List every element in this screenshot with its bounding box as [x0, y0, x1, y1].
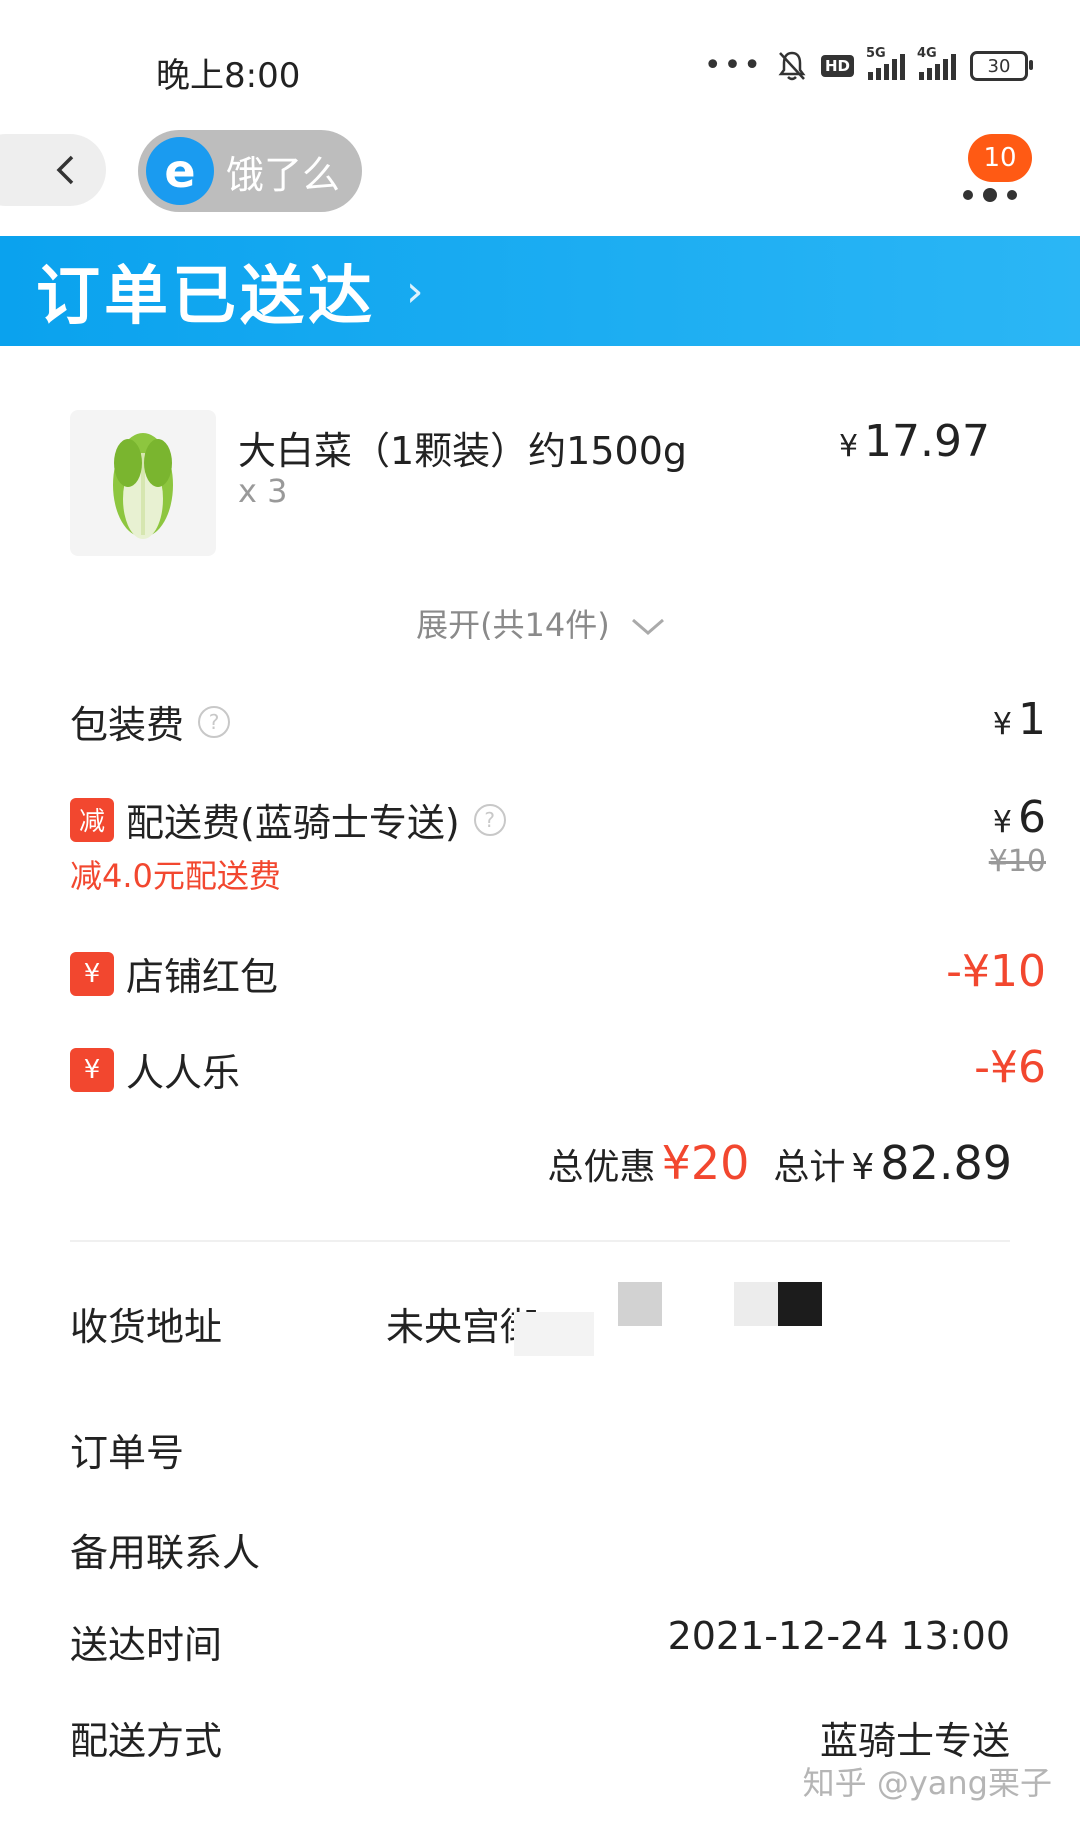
- address-row: 收货地址 未央宫街: [70, 1282, 1010, 1356]
- item-price: ¥17.97: [838, 416, 990, 467]
- brand-name: 饿了么: [226, 152, 341, 197]
- help-icon[interactable]: ?: [473, 803, 506, 836]
- backup-contact-row: 备用联系人: [70, 1531, 261, 1575]
- signal-5g-icon: 5G: [866, 46, 905, 80]
- item-quantity: x 3: [238, 472, 288, 510]
- order-card: 大白菜（1颗装）约1500g x 3 ¥17.97 展开(共14件) 包装费? …: [36, 346, 1046, 1826]
- mute-bell-icon: [778, 51, 806, 81]
- more-status-icon: •••: [703, 48, 763, 83]
- coupon-value: -¥10: [946, 946, 1046, 997]
- more-dots-icon: [963, 188, 1017, 210]
- expand-items-button[interactable]: 展开(共14件): [36, 600, 1046, 646]
- delivery-discount-note: 减4.0元配送费: [70, 857, 281, 895]
- chevron-left-icon: [56, 155, 74, 185]
- chevron-down-icon: [631, 618, 664, 635]
- order-status-banner[interactable]: 订单已送达 ›: [0, 236, 1080, 346]
- delivery-fee-original: ¥10: [988, 844, 1046, 879]
- order-item[interactable]: 大白菜（1颗装）约1500g x 3 ¥17.97: [70, 410, 990, 560]
- hd-icon: HD: [820, 55, 854, 77]
- status-bar: 晚上8:00 ••• HD 5G 4G 30: [0, 0, 1080, 120]
- more-menu-button[interactable]: 10: [940, 134, 1040, 210]
- order-number-row: 订单号: [70, 1431, 185, 1475]
- app-brand-pill[interactable]: e 饿了么: [138, 130, 362, 212]
- redaction-block: [618, 1282, 662, 1326]
- redaction-block: [514, 1312, 594, 1356]
- divider: [70, 1240, 1010, 1242]
- order-status-title: 订单已送达: [36, 260, 376, 334]
- order-totals: 总优惠 ¥20 总计 ¥ 82.89: [547, 1136, 1012, 1190]
- discount-tag: 减: [70, 797, 114, 842]
- redaction-block: [734, 1282, 778, 1326]
- nav-bar: e 饿了么 10: [0, 120, 1080, 235]
- delivery-time-row: 送达时间 2021-12-24 13:00: [70, 1614, 1010, 1667]
- packaging-fee-row: 包装费? ¥1: [70, 694, 1046, 747]
- total-discount: ¥20: [661, 1136, 750, 1190]
- coupon-row: ¥ 店铺红包 -¥10: [70, 946, 1046, 1001]
- chevron-right-icon: ›: [406, 265, 424, 317]
- delivery-method-value: 蓝骑士专送: [819, 1719, 1010, 1763]
- yen-tag-icon: ¥: [70, 951, 114, 996]
- yen-tag-icon: ¥: [70, 1047, 114, 1092]
- delivery-time-value: 2021-12-24 13:00: [667, 1614, 1010, 1658]
- notification-badge: 10: [968, 134, 1032, 182]
- eleme-logo-icon: e: [146, 137, 214, 205]
- coupon-row: ¥ 人人乐 -¥6: [70, 1042, 1046, 1097]
- item-name: 大白菜（1颗装）约1500g: [238, 429, 688, 473]
- signal-4g-icon: 4G: [917, 46, 956, 80]
- delivery-fee-row: 减配送费(蓝骑士专送)? 减4.0元配送费 ¥6 ¥10: [70, 792, 1046, 895]
- status-time: 晚上8:00: [156, 56, 301, 96]
- status-icons: ••• HD 5G 4G 30: [703, 46, 1033, 83]
- watermark: 知乎 @yang栗子: [802, 1764, 1052, 1802]
- cabbage-image: [70, 410, 216, 556]
- delivery-fee-value: ¥6: [992, 792, 1046, 843]
- battery-icon: 30: [970, 51, 1033, 81]
- delivery-method-row: 配送方式 蓝骑士专送: [70, 1710, 1010, 1765]
- help-icon[interactable]: ?: [198, 705, 231, 738]
- total-amount: 82.89: [880, 1136, 1012, 1190]
- packaging-fee-value: ¥1: [992, 694, 1046, 745]
- coupon-value: -¥6: [974, 1042, 1046, 1093]
- back-button[interactable]: [0, 134, 106, 206]
- redaction-block: [778, 1282, 822, 1326]
